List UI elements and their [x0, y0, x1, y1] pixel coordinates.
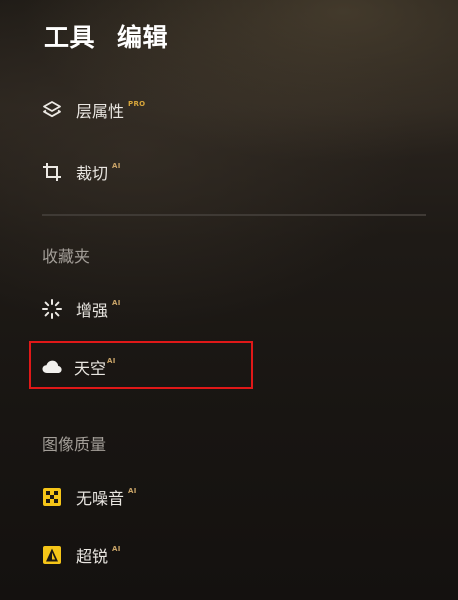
pro-badge: PRO — [128, 100, 146, 108]
tool-item-crop[interactable]: 裁切 AI — [40, 155, 121, 189]
tool-item-label: 裁切 — [76, 164, 109, 183]
crop-icon — [40, 160, 64, 184]
header-tabs: 工具 编辑 — [44, 18, 168, 54]
sharpen-icon — [40, 543, 64, 567]
section-title-favorites: 收藏夹 — [42, 247, 91, 266]
sparkle-icon — [40, 297, 64, 321]
tab-tools[interactable]: 工具 — [44, 18, 95, 54]
quality-item-sharpen[interactable]: 超锐 AI — [40, 538, 121, 572]
ai-badge: AI — [112, 162, 121, 170]
tool-item-layer-properties[interactable]: 层属性 PRO — [40, 93, 145, 127]
tab-edit[interactable]: 编辑 — [117, 18, 168, 54]
tool-item-label: 层属性 — [76, 102, 125, 121]
layers-icon — [40, 98, 64, 122]
ai-badge: AI — [112, 299, 121, 307]
section-title-image-quality: 图像质量 — [42, 435, 107, 454]
quality-item-denoise[interactable]: 无噪音 AI — [40, 480, 137, 514]
quality-item-label: 超锐 — [76, 547, 109, 566]
highlight-box — [29, 341, 253, 389]
denoise-icon — [40, 485, 64, 509]
ai-badge: AI — [128, 487, 137, 495]
ai-badge: AI — [112, 545, 121, 553]
favorite-item-label: 增强 — [76, 301, 109, 320]
section-divider — [42, 214, 426, 216]
favorite-item-enhance[interactable]: 增强 AI — [40, 292, 121, 326]
quality-item-label: 无噪音 — [76, 489, 125, 508]
